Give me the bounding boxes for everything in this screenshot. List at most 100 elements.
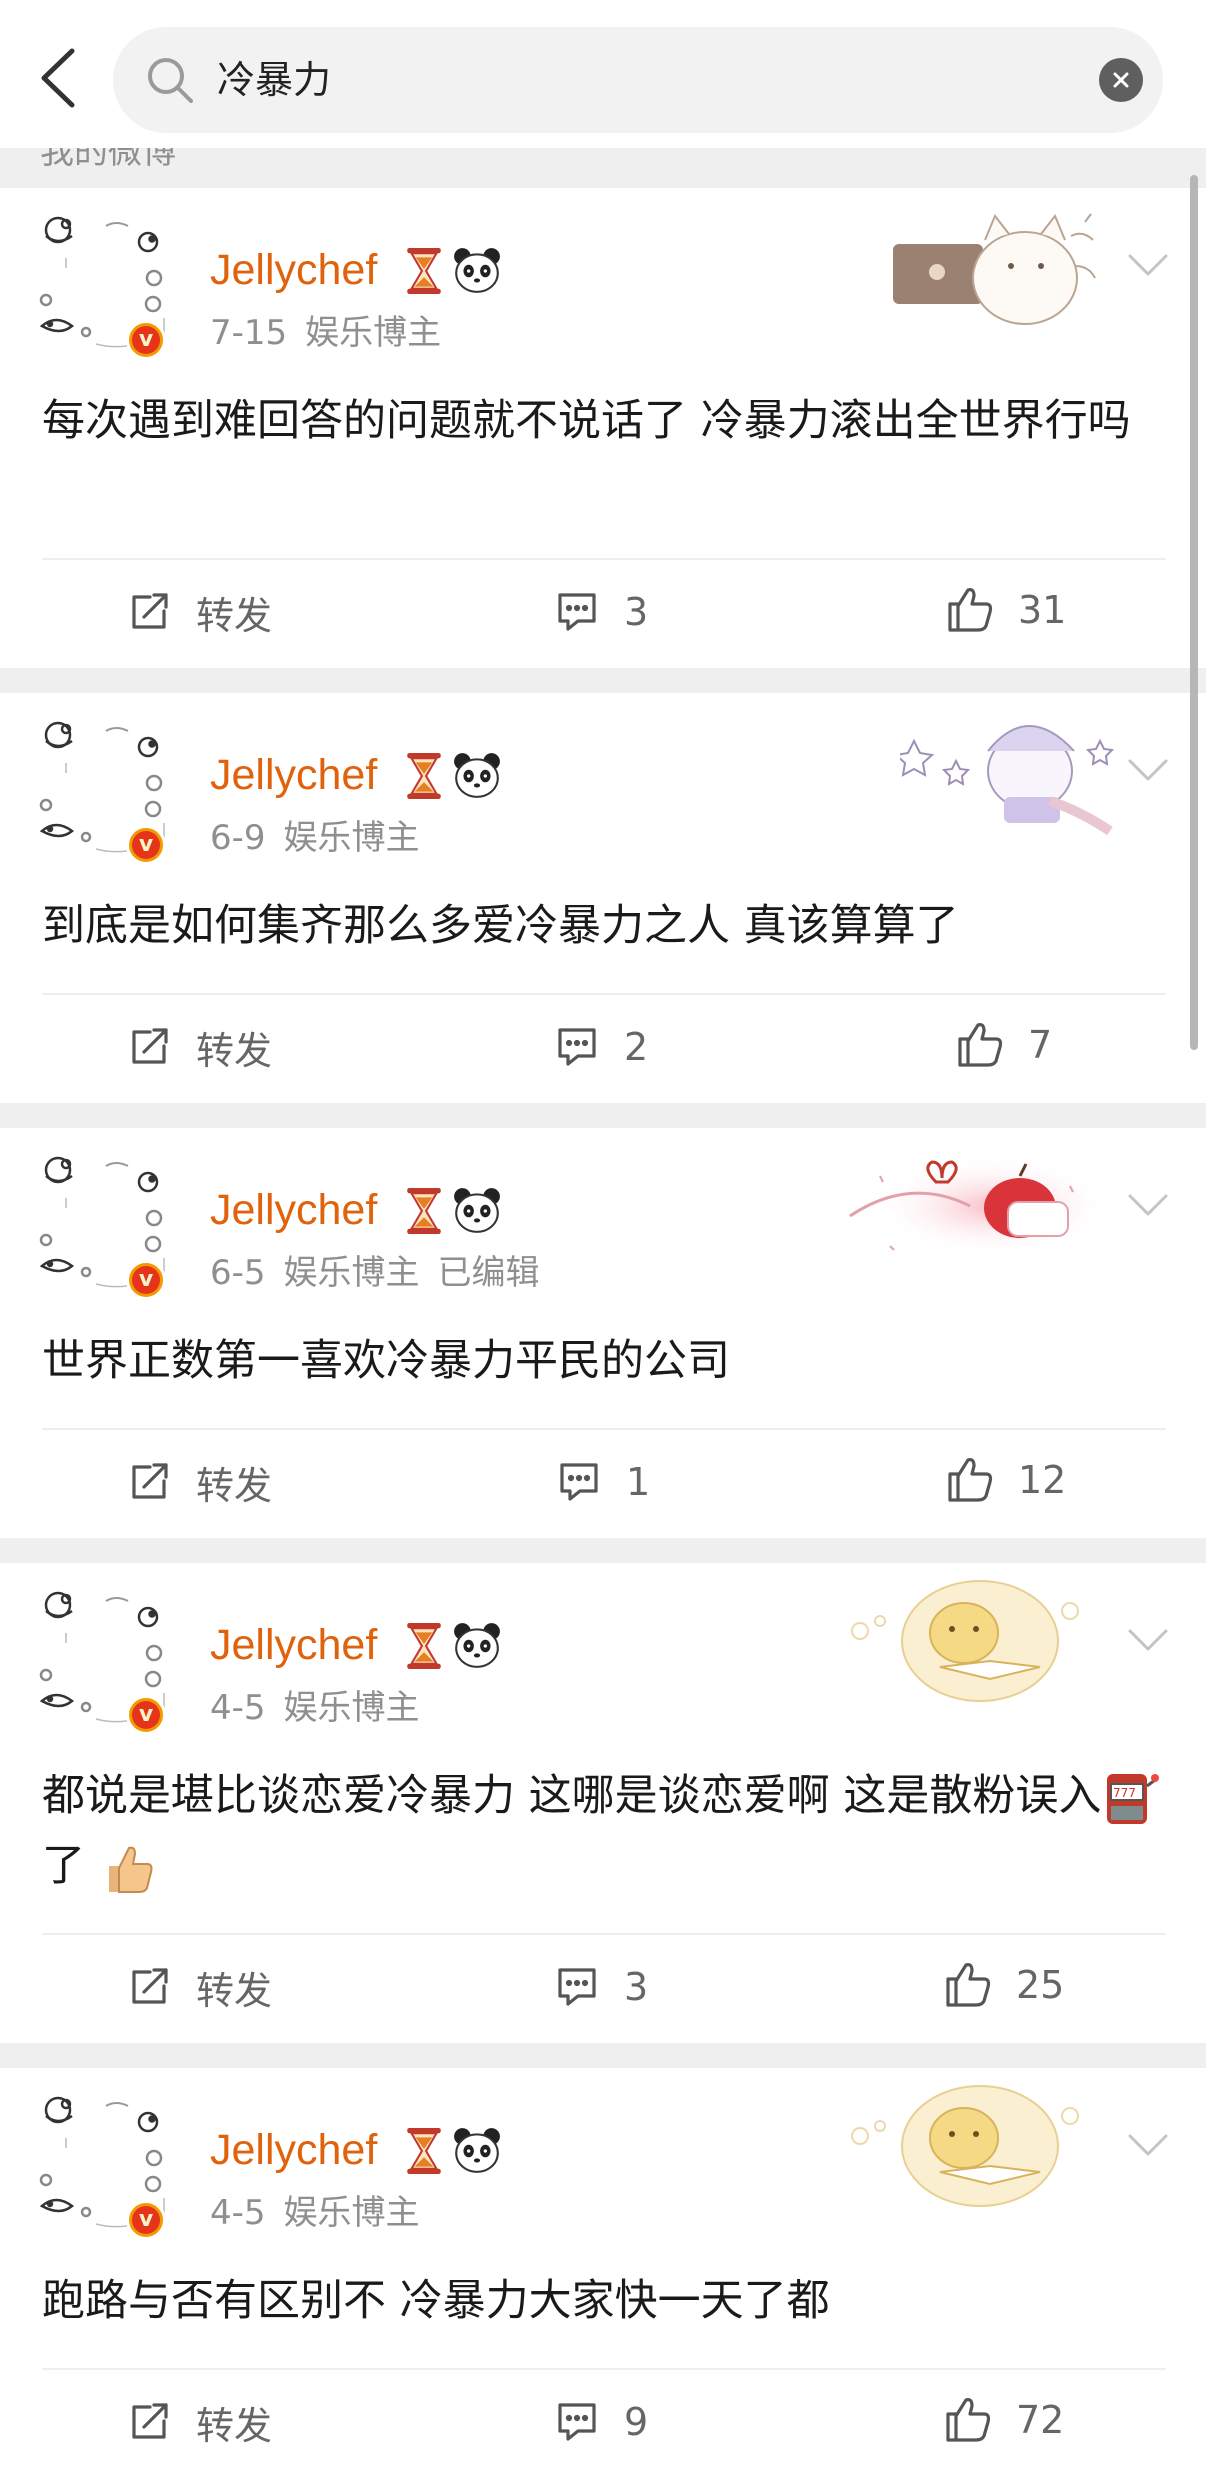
like-icon xyxy=(946,2398,991,2442)
comment-button[interactable]: 2 xyxy=(556,1017,648,1077)
verified-badge-icon: v xyxy=(126,825,166,865)
divider xyxy=(42,993,1166,995)
section-header: 我的微博 xyxy=(0,148,1206,184)
search-input[interactable]: 冷暴力 xyxy=(113,27,1163,133)
post-meta: 4-5 娱乐博主 xyxy=(210,2188,438,2238)
verified-badge-icon: v xyxy=(126,1260,166,1300)
username[interactable]: Jellychef xyxy=(210,2120,377,2180)
like-button[interactable]: 7 xyxy=(956,1015,1052,1075)
post-date: 6-9 xyxy=(210,818,266,858)
chevron-down-icon[interactable] xyxy=(1124,1188,1172,1224)
comment-button[interactable]: 3 xyxy=(556,1957,648,2017)
username[interactable]: Jellychef xyxy=(210,240,377,300)
comment-icon xyxy=(558,593,596,631)
post-meta: 7-15 娱乐博主 xyxy=(210,308,459,358)
hourglass-icon xyxy=(406,2128,442,2174)
repost-label: 转发 xyxy=(196,1028,273,1073)
repost-button[interactable]: 转发 xyxy=(128,1452,272,1512)
post-date: 6-5 xyxy=(210,1253,266,1293)
like-icon xyxy=(948,587,993,632)
chevron-down-icon[interactable] xyxy=(1124,753,1172,789)
chevron-down-icon[interactable] xyxy=(1124,2128,1172,2164)
scrollbar[interactable] xyxy=(1190,175,1198,1050)
clear-search-button[interactable] xyxy=(1099,58,1143,102)
like-count: 25 xyxy=(1016,1963,1065,2007)
user-tag: 娱乐博主 xyxy=(283,2193,420,2233)
comment-icon xyxy=(558,1028,596,1066)
comment-count: 2 xyxy=(624,1025,649,1069)
divider xyxy=(42,1933,1166,1935)
user-tag: 娱乐博主 xyxy=(305,313,442,353)
comment-button[interactable]: 9 xyxy=(556,2392,648,2452)
post-date: 4-5 xyxy=(210,2193,266,2233)
comment-button[interactable]: 3 xyxy=(556,582,648,642)
chevron-down-icon[interactable] xyxy=(1124,1623,1172,1659)
apple-cup-decoration-icon xyxy=(849,1156,1100,1256)
comment-count: 3 xyxy=(624,1965,649,2009)
post-text: 都说是堪比谈恋爱冷暴力 这哪是谈恋爱啊 这是散粉误入 777 了 xyxy=(42,1761,1172,1901)
hourglass-icon xyxy=(406,248,442,294)
post-meta: 6-9 娱乐博主 xyxy=(210,813,438,863)
repost-label: 转发 xyxy=(196,1968,273,2013)
post-card[interactable]: v Jellychef 6-9 娱乐博主 到底是如何集齐那么多爱冷暴力之人 真该算… xyxy=(0,693,1206,1103)
close-icon xyxy=(1113,72,1129,88)
search-header: 冷暴力 xyxy=(0,0,1206,148)
bear-reading-decoration-icon xyxy=(851,2085,1079,2207)
panda-icon xyxy=(453,2127,501,2173)
panda-icon xyxy=(453,1187,501,1233)
divider xyxy=(42,1428,1166,1430)
comment-button[interactable]: 1 xyxy=(558,1452,650,1512)
repost-icon xyxy=(132,1463,168,1499)
repost-label: 转发 xyxy=(196,1463,273,1508)
back-button[interactable] xyxy=(30,40,86,116)
panda-icon xyxy=(453,1622,501,1668)
post-text: 到底是如何集齐那么多爱冷暴力之人 真该算算了 xyxy=(42,901,959,951)
verified-badge-icon: v xyxy=(126,2200,166,2240)
back-arrow-icon xyxy=(41,48,75,108)
post-card[interactable]: v Jellychef 4-5 娱乐博主 跑路与否有区别不 冷暴力大家快一天了都 … xyxy=(0,2068,1206,2469)
post-card[interactable]: v Jellychef 4-5 娱乐博主 都说是堪比谈恋爱冷暴力 这哪是谈恋爱啊 … xyxy=(0,1563,1206,2043)
edited-label: 已编辑 xyxy=(437,1253,540,1293)
like-button[interactable]: 31 xyxy=(946,580,1066,640)
repost-icon xyxy=(132,1968,168,2004)
post-date: 7-15 xyxy=(210,313,288,353)
like-button[interactable]: 72 xyxy=(944,2390,1064,2450)
comment-icon xyxy=(558,1968,596,2006)
like-button[interactable]: 25 xyxy=(944,1955,1064,2015)
user-tag: 娱乐博主 xyxy=(283,1688,420,1728)
like-button[interactable]: 12 xyxy=(946,1450,1066,1510)
post-meta: 6-5 娱乐博主 已编辑 xyxy=(210,1248,558,1298)
verified-badge-icon: v xyxy=(126,320,166,360)
username[interactable]: Jellychef xyxy=(210,1180,377,1240)
username[interactable]: Jellychef xyxy=(210,745,377,805)
repost-icon xyxy=(132,2403,168,2439)
panda-icon xyxy=(453,247,501,293)
post-card[interactable]: v Jellychef 6-5 娱乐博主 已编辑 世界正数第一喜欢冷暴力平民的公司 … xyxy=(0,1128,1206,1538)
like-count: 31 xyxy=(1018,588,1067,632)
comment-icon xyxy=(560,1463,598,1501)
chevron-down-icon[interactable] xyxy=(1124,248,1172,284)
post-text: 每次遇到难回答的问题就不说话了 冷暴力滚出全世界行吗 xyxy=(42,396,1131,446)
repost-icon xyxy=(132,1028,168,1064)
like-count: 72 xyxy=(1016,2398,1065,2442)
hourglass-icon xyxy=(406,1623,442,1669)
repost-button[interactable]: 转发 xyxy=(128,2392,272,2452)
search-query[interactable]: 冷暴力 xyxy=(217,53,331,107)
repost-button[interactable]: 转发 xyxy=(128,1957,272,2017)
repost-label: 转发 xyxy=(196,593,273,638)
user-tag: 娱乐博主 xyxy=(283,818,420,858)
panda-icon xyxy=(453,752,501,798)
like-count: 7 xyxy=(1028,1023,1053,1067)
post-card[interactable]: v Jellychef 7-15 娱乐博主 每次遇到难回答的问题就不说话了 冷暴力… xyxy=(0,188,1206,668)
like-count: 12 xyxy=(1018,1458,1067,1502)
username[interactable]: Jellychef xyxy=(210,1615,377,1675)
repost-button[interactable]: 转发 xyxy=(128,1017,272,1077)
post-text-part: 了 xyxy=(42,1841,85,1891)
sleepy-cat-stars-decoration-icon xyxy=(900,725,1115,836)
like-icon xyxy=(946,1962,991,2007)
repost-button[interactable]: 转发 xyxy=(128,582,272,642)
user-tag: 娱乐博主 xyxy=(283,1253,420,1293)
cat-laptop-decoration-icon xyxy=(893,213,1096,325)
post-date: 4-5 xyxy=(210,1688,266,1728)
like-icon xyxy=(948,1457,993,1502)
